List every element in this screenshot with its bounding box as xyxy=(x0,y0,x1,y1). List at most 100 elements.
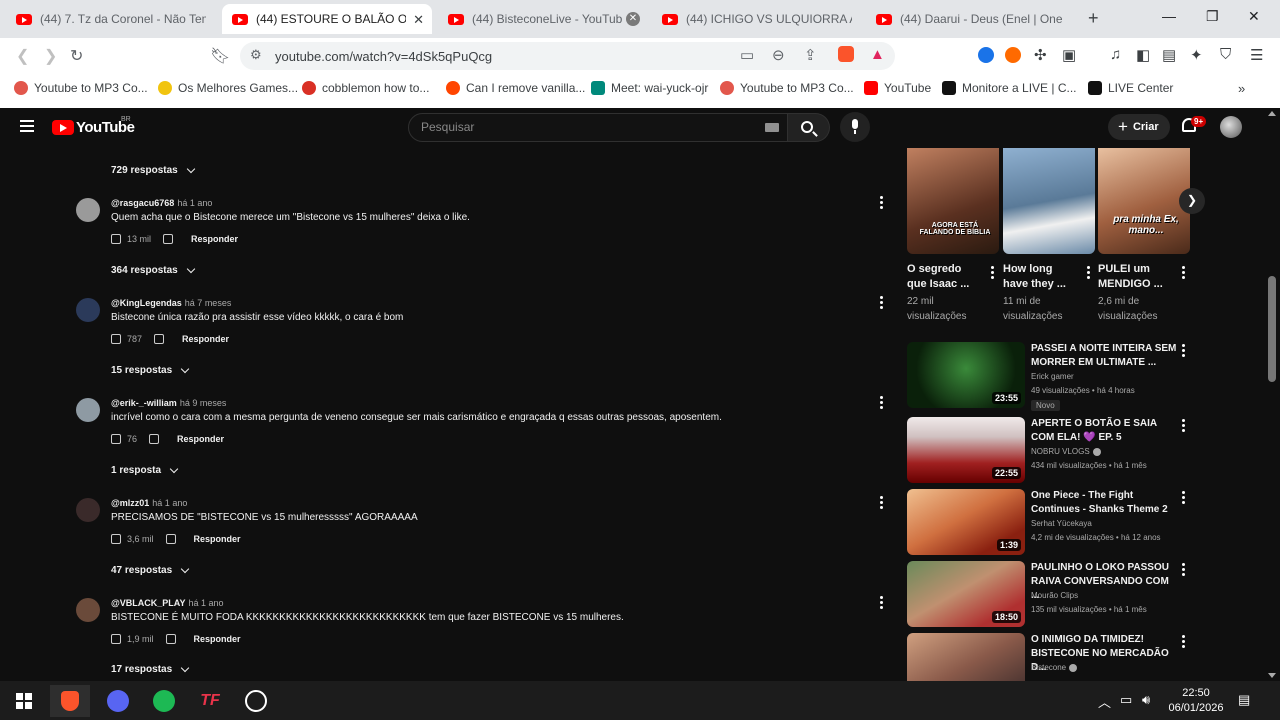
brave-shields-icon[interactable] xyxy=(838,46,854,62)
bookmark-item[interactable]: Can I remove vanilla... xyxy=(446,81,585,95)
close-window-icon[interactable]: ✕ xyxy=(1248,8,1260,25)
bookmark-item[interactable]: Os Melhores Games... xyxy=(158,81,298,95)
media-icon[interactable]: ♫ xyxy=(1110,46,1121,63)
notification-center-icon[interactable]: ▤ xyxy=(1238,692,1250,708)
channel-name[interactable]: Serhat Yücekaya xyxy=(1031,519,1092,528)
video-thumbnail[interactable]: 18:50 xyxy=(907,561,1025,627)
youtube-logo-icon[interactable] xyxy=(52,120,74,135)
short-thumbnail[interactable] xyxy=(1003,148,1095,254)
comment-time[interactable]: há 1 ano xyxy=(177,198,212,208)
video-card[interactable]: 1:39 One Piece - The Fight Continues - S… xyxy=(907,489,1197,557)
video-menu-icon[interactable] xyxy=(1182,344,1185,357)
short-title[interactable]: O segredo que Isaac ... xyxy=(907,262,983,292)
comment-author[interactable]: @erik-_-william há 9 meses xyxy=(111,398,226,408)
reload-icon[interactable]: ↻ xyxy=(70,46,83,66)
video-card[interactable]: 18:50 PAULINHO O LOKO PASSOU RAIVA CONVE… xyxy=(907,561,1197,629)
comment-author[interactable]: @VBLACK_PLAY há 1 ano xyxy=(111,598,224,608)
video-title[interactable]: APERTE O BOTÃO E SAIA COM ELA! 💜 EP. 5 xyxy=(1031,417,1179,445)
address-bar[interactable]: ⚙︎ youtube.com/watch?v=4dSk5qPuQcg ▭ ⊖ ⇪… xyxy=(240,42,895,70)
short-card[interactable]: How long have they ... 11 mi de visualiz… xyxy=(1003,148,1095,328)
like-icon[interactable] xyxy=(111,334,121,344)
tray-overflow-icon[interactable]: ︿ xyxy=(1098,692,1111,711)
short-thumbnail[interactable]: pra minha Ex, mano... xyxy=(1098,148,1190,254)
minimize-icon[interactable]: — xyxy=(1162,8,1176,24)
short-title[interactable]: PULEI um MENDIGO ... xyxy=(1098,262,1174,292)
keyboard-icon[interactable] xyxy=(765,123,779,132)
close-tab-icon[interactable]: ✕ xyxy=(626,12,640,26)
taskbar-discord[interactable] xyxy=(98,685,138,717)
avatar[interactable] xyxy=(76,498,100,522)
replies-toggle[interactable]: 17 respostas xyxy=(111,663,190,675)
reply-button[interactable]: Responder xyxy=(177,434,224,444)
search-input[interactable] xyxy=(421,120,761,134)
extension-orange-icon[interactable] xyxy=(1005,47,1021,63)
close-tab-icon[interactable]: ✕ xyxy=(413,12,424,28)
bookmark-icon[interactable]: 🔖︎ xyxy=(210,46,230,66)
dislike-icon[interactable] xyxy=(163,234,174,244)
menu-icon[interactable]: ☰ xyxy=(1250,46,1263,64)
bookmark-item[interactable]: LIVE Center xyxy=(1088,81,1173,95)
taskbar-brave[interactable] xyxy=(50,685,90,717)
author-name[interactable]: @VBLACK_PLAY xyxy=(111,598,185,608)
bookmarks-overflow-icon[interactable]: » xyxy=(1238,81,1245,96)
short-menu-icon[interactable] xyxy=(1087,266,1090,279)
tab-2-active[interactable]: (44) ESTOURE O BALÃO OU E ✕ xyxy=(222,4,432,34)
comment-menu-icon[interactable] xyxy=(880,596,884,610)
extensions-icon[interactable]: ✣ xyxy=(1034,46,1047,64)
replies-toggle[interactable]: 364 respostas xyxy=(111,264,195,276)
new-tab-icon[interactable]: + xyxy=(1088,8,1099,29)
hamburger-menu-icon[interactable] xyxy=(20,120,34,132)
video-menu-icon[interactable] xyxy=(1182,491,1185,504)
short-card[interactable]: AGORA ESTÁ FALANDO DE BÍBLIA O segredo q… xyxy=(907,148,999,328)
bookmark-item[interactable]: Monitore a LIVE | C... xyxy=(942,81,1077,95)
vpn-icon[interactable]: ⛉ xyxy=(1220,46,1231,63)
site-info-icon[interactable]: ⚙︎ xyxy=(250,47,262,63)
account-avatar[interactable] xyxy=(1220,116,1242,138)
comment-menu-icon[interactable] xyxy=(880,396,884,410)
taskbar-spotify[interactable] xyxy=(144,685,184,717)
video-channel[interactable]: Serhat Yücekaya xyxy=(1031,519,1092,528)
video-card[interactable]: O INIMIGO DA TIMIDEZ! BISTECONE NO MERCA… xyxy=(907,633,1197,681)
replies-toggle[interactable]: 47 respostas xyxy=(111,564,190,576)
video-menu-icon[interactable] xyxy=(1182,563,1185,576)
like-icon[interactable] xyxy=(111,234,121,244)
cast-icon[interactable]: ▭ xyxy=(740,46,754,64)
channel-name[interactable]: NOBRU VLOGS xyxy=(1031,447,1090,456)
wallet-icon[interactable]: ▤ xyxy=(1162,46,1176,64)
video-thumbnail[interactable]: 22:55 xyxy=(907,417,1025,483)
video-channel[interactable]: NOBRU VLOGS xyxy=(1031,447,1101,456)
replies-toggle[interactable]: 729 respostas xyxy=(111,164,195,176)
channel-name[interactable]: Erick gamer xyxy=(1031,372,1074,381)
avatar[interactable] xyxy=(76,398,100,422)
restore-icon[interactable]: ❐ xyxy=(1206,8,1219,25)
comment-menu-icon[interactable] xyxy=(880,196,884,210)
brave-rewards-icon[interactable]: ▲ xyxy=(870,46,885,63)
replies-toggle[interactable]: 1 resposta xyxy=(111,464,179,476)
video-thumbnail[interactable] xyxy=(907,633,1025,681)
scroll-up-icon[interactable] xyxy=(1268,111,1276,116)
create-button[interactable]: + Criar xyxy=(1108,114,1170,140)
reply-button[interactable]: Responder xyxy=(194,534,241,544)
reply-button[interactable]: Responder xyxy=(191,234,238,244)
like-icon[interactable] xyxy=(111,434,121,444)
search-button[interactable] xyxy=(788,113,830,142)
short-card[interactable]: pra minha Ex, mano... PULEI um MENDIGO .… xyxy=(1098,148,1190,328)
replies-toggle[interactable]: 15 respostas xyxy=(111,364,190,376)
short-thumbnail[interactable]: AGORA ESTÁ FALANDO DE BÍBLIA xyxy=(907,148,999,254)
bookmark-item[interactable]: cobblemon how to... xyxy=(302,81,429,95)
author-name[interactable]: @KingLegendas xyxy=(111,298,182,308)
taskbar-tiktok-live[interactable]: TF xyxy=(190,685,230,717)
bookmark-item[interactable]: Youtube to MP3 Co... xyxy=(720,81,854,95)
video-channel[interactable]: Erick gamer xyxy=(1031,372,1074,381)
dislike-icon[interactable] xyxy=(149,434,160,444)
video-title[interactable]: One Piece - The Fight Continues - Shanks… xyxy=(1031,489,1179,517)
short-menu-icon[interactable] xyxy=(991,266,994,279)
video-thumbnail[interactable]: 1:39 xyxy=(907,489,1025,555)
back-icon[interactable]: ❮ xyxy=(16,46,29,66)
comment-menu-icon[interactable] xyxy=(880,496,884,510)
search-box[interactable] xyxy=(408,113,788,142)
video-channel[interactable]: Bistecone xyxy=(1031,663,1078,672)
page-scrollbar[interactable] xyxy=(1264,108,1280,681)
comment-author[interactable]: @mlzz01 há 1 ano xyxy=(111,498,187,508)
like-icon[interactable] xyxy=(111,634,121,644)
